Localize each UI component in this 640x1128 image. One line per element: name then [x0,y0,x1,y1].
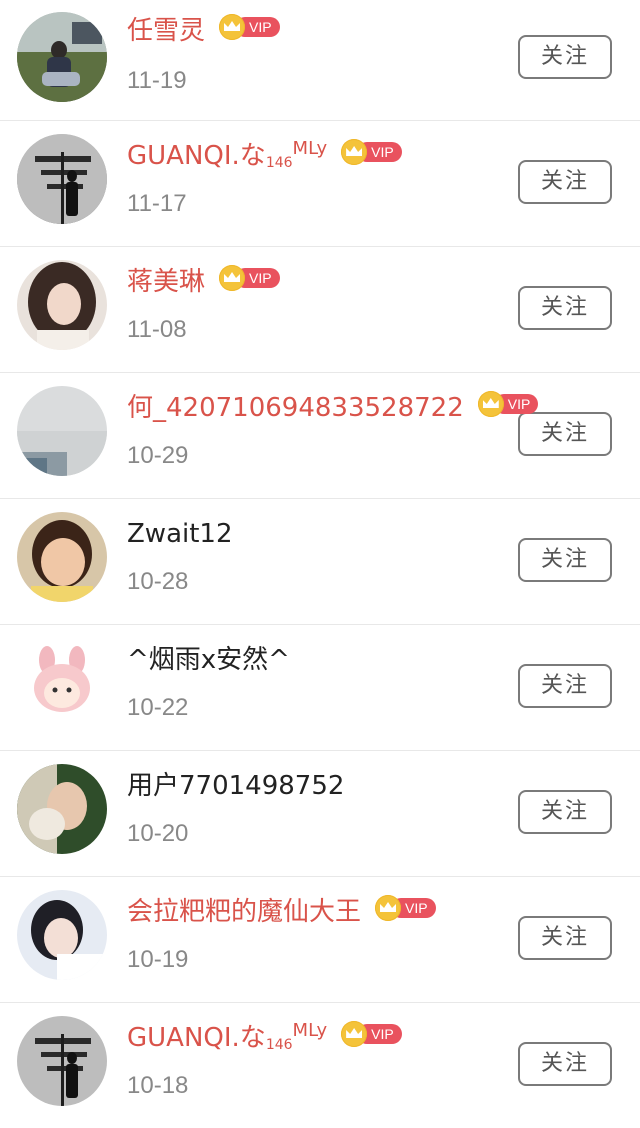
user-name-line: ^烟雨x安然^ [127,643,290,677]
follow-button[interactable]: 关注 [518,1042,612,1086]
list-item[interactable]: GUANQI.な 146 MLy VIP 10-18 关注 [0,1003,640,1128]
user-name-line: 蒋美琳 VIP [127,265,280,299]
follow-date: 10-29 [127,442,189,469]
vip-badge: VIP [477,391,539,417]
user-name-subscript: 146 [265,155,293,171]
avatar[interactable] [17,890,107,980]
follow-button[interactable]: 关注 [518,412,612,456]
list-item[interactable]: 用户7701498752 10-20 关注 [0,751,640,877]
user-name[interactable]: 用户7701498752 [127,769,344,803]
crown-icon [219,265,246,291]
follow-button[interactable]: 关注 [518,160,612,204]
avatar-image [17,134,107,224]
user-name[interactable]: Zwait12 [127,517,233,551]
crown-icon [219,14,246,40]
avatar[interactable] [17,764,107,854]
vip-badge: VIP [375,895,436,921]
user-name[interactable]: GUANQI.な [127,1021,266,1055]
user-name[interactable]: 会拉粑粑的魔仙大王 [127,895,361,929]
user-name-line: Zwait12 [127,517,233,551]
user-name[interactable]: 蒋美琳 [127,265,205,299]
avatar-image [17,764,107,854]
follow-button[interactable]: 关注 [518,916,612,960]
list-item[interactable]: 任雪灵 VIP 11-19 关注 [0,0,640,121]
vip-badge: VIP [219,265,280,291]
list-item[interactable]: Zwait12 10-28 关注 [0,499,640,625]
user-name[interactable]: 何_420710694833528722 [127,391,464,425]
avatar-image [17,386,107,476]
user-name[interactable]: ^烟雨x安然^ [127,643,290,677]
follow-button[interactable]: 关注 [518,538,612,582]
user-name-line: 会拉粑粑的魔仙大王 VIP [127,895,436,929]
user-name-line: GUANQI.な 146 MLy VIP [127,1020,402,1055]
crown-icon [341,1021,368,1047]
user-name-line: 任雪灵 VIP [127,14,280,48]
follow-button[interactable]: 关注 [518,35,612,79]
user-name-line: 何_420710694833528722 VIP [127,391,539,425]
list-item[interactable]: ^烟雨x安然^ 10-22 关注 [0,625,640,751]
user-name-line: GUANQI.な 146 MLy VIP [127,138,402,173]
follow-button[interactable]: 关注 [518,790,612,834]
vip-badge: VIP [341,139,402,165]
avatar[interactable] [17,638,107,728]
crown-icon [375,895,402,921]
follow-button[interactable]: 关注 [518,286,612,330]
user-name[interactable]: 任雪灵 [127,14,205,48]
avatar[interactable] [17,12,107,102]
follow-date: 11-17 [127,190,187,217]
avatar-image [17,512,107,602]
vip-badge: VIP [219,14,280,40]
vip-badge: VIP [341,1021,402,1047]
avatar-image [17,1016,107,1106]
user-name-suffix: MLy [292,1020,328,1041]
avatar[interactable] [17,512,107,602]
follow-date: 10-28 [127,568,189,595]
list-item[interactable]: GUANQI.な 146 MLy VIP 11-17 关注 [0,121,640,247]
follow-date: 11-19 [127,67,187,94]
follow-date: 10-20 [127,820,189,847]
avatar-image [17,260,107,350]
follow-date: 11-08 [127,316,187,343]
avatar[interactable] [17,1016,107,1106]
user-name-line: 用户7701498752 [127,769,344,803]
user-name-suffix: MLy [292,138,328,159]
follow-date: 10-18 [127,1072,189,1099]
crown-icon [341,139,368,165]
avatar-image [17,12,107,102]
list-item[interactable]: 蒋美琳 VIP 11-08 关注 [0,247,640,373]
avatar[interactable] [17,386,107,476]
avatar[interactable] [17,260,107,350]
list-item[interactable]: 会拉粑粑的魔仙大王 VIP 10-19 关注 [0,877,640,1003]
avatar-image [17,638,107,728]
follower-list: 任雪灵 VIP 11-19 关注 GUANQI.な 146 MLy VIP 11… [0,0,640,1128]
avatar[interactable] [17,134,107,224]
follow-date: 10-22 [127,694,189,721]
list-item[interactable]: 何_420710694833528722 VIP 10-29 关注 [0,373,640,499]
user-name-subscript: 146 [265,1037,293,1053]
avatar-image [17,890,107,980]
crown-icon [477,391,504,417]
follow-date: 10-19 [127,946,189,973]
user-name[interactable]: GUANQI.な [127,139,266,173]
follow-button[interactable]: 关注 [518,664,612,708]
